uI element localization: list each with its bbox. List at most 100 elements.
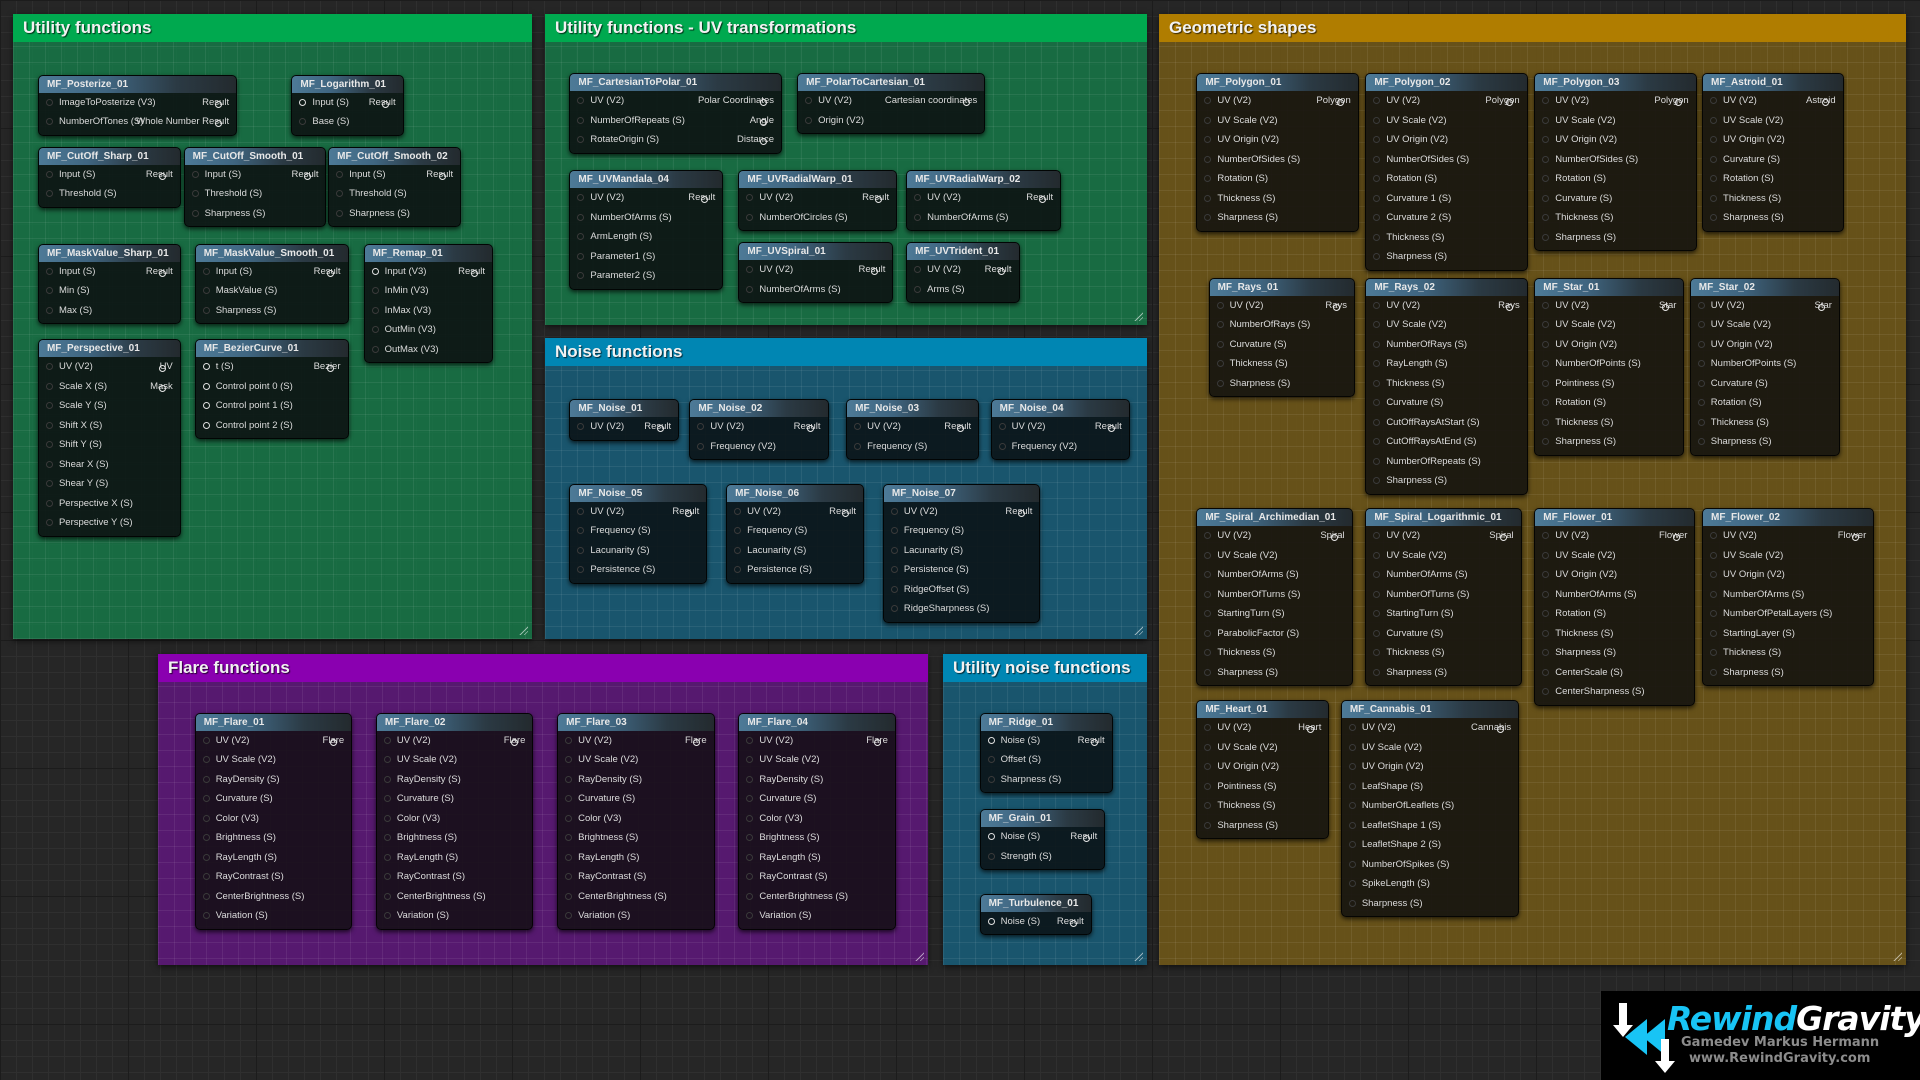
input-pin-icon[interactable] [577,136,585,144]
output-pin[interactable]: Result [1026,192,1053,204]
input-pin-icon[interactable] [577,194,585,202]
input-pin-icon[interactable] [1542,551,1550,559]
input-pin-icon[interactable] [1542,649,1550,657]
input-pin[interactable]: UV Origin (V2) [1542,134,1617,145]
input-pin-icon[interactable] [1373,379,1381,387]
output-pin-icon[interactable] [215,100,223,108]
output-pin[interactable]: Result [794,421,821,433]
input-pin-icon[interactable] [1542,688,1550,696]
node-mf-noise-04[interactable]: MF_Noise_04 UV (V2) Result Frequency (V2) [990,399,1130,461]
input-pin[interactable]: Scale Y (S) [45,400,107,411]
output-pin[interactable]: Result [862,192,889,204]
input-pin-icon[interactable] [1542,629,1550,637]
input-pin[interactable]: Frequency (V2) [697,441,776,452]
input-pin[interactable]: CenterBrightness (S) [383,891,486,902]
input-pin-icon[interactable] [1542,360,1550,368]
input-pin[interactable]: Thickness (S) [1373,647,1444,658]
output-pin[interactable]: Distance [737,134,774,146]
input-pin[interactable]: Variation (S) [202,910,268,921]
input-pin[interactable]: UV (V2) [854,421,901,432]
input-pin-icon[interactable] [987,852,995,860]
input-pin-icon[interactable] [1710,116,1718,124]
output-pin-icon[interactable] [158,384,166,392]
output-pin[interactable]: Result [146,266,173,277]
input-pin[interactable]: Color (V3) [383,813,440,824]
input-pin[interactable]: UV Scale (V2) [1373,115,1447,126]
input-pin[interactable]: LeafletShape 1 (S) [1348,820,1441,831]
node-mf-flare-03[interactable]: MF_Flare_03 UV (V2) Flare UV Scale (V2) RayD… [557,712,715,930]
input-pin[interactable]: NumberOfArms (S) [577,212,672,223]
output-pin[interactable]: Polygon [1316,95,1351,107]
input-pin-icon[interactable] [383,873,391,881]
input-pin[interactable]: NumberOfSides (S) [1542,154,1638,165]
input-pin[interactable]: Rotation (S) [1710,173,1774,184]
input-pin[interactable]: UV (V2) [1348,722,1396,733]
node-title[interactable]: MF_Noise_05 [570,484,707,502]
input-pin[interactable]: Sharpness (S) [1348,898,1423,909]
input-pin-icon[interactable] [1373,590,1381,598]
node-mf-noise-01[interactable]: MF_Noise_01 UV (V2) Result [569,399,680,441]
input-pin[interactable]: CenterSharpness (S) [1542,686,1645,697]
node-mf-cutoff-smooth-02[interactable]: MF_CutOff_Smooth_02 Input (S) Result Thresh… [328,146,462,228]
input-pin[interactable]: UV Origin (V2) [1373,134,1448,145]
input-pin[interactable]: Parameter1 (S) [577,251,655,262]
input-pin-icon[interactable] [202,873,210,881]
input-pin[interactable]: Curvature 2 (S) [1373,212,1451,223]
input-pin-icon[interactable] [1710,532,1718,540]
input-pin[interactable]: Sharpness (S) [1542,232,1616,243]
output-pin[interactable]: UV [158,361,173,373]
input-pin-icon[interactable] [1204,668,1212,676]
output-pin[interactable]: Flare [323,735,344,746]
input-pin[interactable]: CenterScale (S) [1542,667,1623,678]
node-title[interactable]: MF_Spiral_Archimedian_01 [1197,509,1352,527]
comment-title[interactable]: Noise functions [545,338,1147,366]
input-pin[interactable]: Control point 1 (S) [202,400,293,411]
input-pin-icon[interactable] [45,480,53,488]
node-mf-flare-04[interactable]: MF_Flare_04 UV (V2) Flare UV Scale (V2) RayD… [738,712,896,930]
input-pin-icon[interactable] [1373,551,1381,559]
input-pin-icon[interactable] [1373,301,1381,309]
input-pin-icon[interactable] [1697,301,1705,309]
input-pin-icon[interactable] [565,873,573,881]
input-pin[interactable]: Brightness (S) [746,832,820,843]
input-pin-icon[interactable] [1204,194,1212,202]
input-pin[interactable]: NumberOfLeaflets (S) [1348,800,1454,811]
input-pin-icon[interactable] [45,287,53,295]
input-pin-icon[interactable] [890,527,898,535]
input-pin-icon[interactable] [577,213,585,221]
output-pin-icon[interactable] [158,269,166,277]
output-pin[interactable]: Result [1078,735,1105,746]
input-pin-icon[interactable] [914,194,922,202]
input-pin-icon[interactable] [1204,532,1212,540]
input-pin[interactable]: Base (S) [299,116,349,127]
input-pin-icon[interactable] [1204,802,1212,810]
comment-title[interactable]: Flare functions [158,654,928,682]
node-mf-spiral-archimedian-01[interactable]: MF_Spiral_Archimedian_01 UV (V2) Spiral UV … [1196,508,1353,687]
input-pin[interactable]: RayLength (S) [383,852,458,863]
input-pin[interactable]: Thickness (S) [1710,647,1781,658]
input-pin-icon[interactable] [1216,379,1224,387]
input-pin[interactable]: RayDensity (S) [565,774,642,785]
input-pin[interactable]: Curvature (S) [1542,193,1612,204]
input-pin[interactable]: UV Scale (V2) [383,754,457,765]
input-pin-icon[interactable] [577,546,585,554]
input-pin-icon[interactable] [45,170,53,178]
input-pin-icon[interactable] [371,345,379,353]
input-pin[interactable]: UV (V2) [998,421,1045,432]
input-pin-icon[interactable] [45,402,53,410]
input-pin-icon[interactable] [577,116,585,124]
input-pin-icon[interactable] [1204,821,1212,829]
input-pin[interactable]: UV Origin (V2) [1710,134,1785,145]
node-mf-flare-01[interactable]: MF_Flare_01 UV (V2) Flare UV Scale (V2) RayD… [194,712,353,930]
input-pin[interactable]: NumberOfRepeats (S) [577,115,685,126]
input-pin-icon[interactable] [746,853,754,861]
node-title[interactable]: MF_Noise_01 [570,400,679,418]
input-pin-icon[interactable] [854,423,862,431]
input-pin-icon[interactable] [746,814,754,822]
node-mf-flare-02[interactable]: MF_Flare_02 UV (V2) Flare UV Scale (V2) RayD… [375,712,534,930]
input-pin[interactable]: Perspective Y (S) [45,517,133,528]
input-pin-icon[interactable] [1204,97,1212,105]
input-pin[interactable]: Rotation (S) [1373,173,1437,184]
input-pin-icon[interactable] [890,566,898,574]
input-pin-icon[interactable] [383,912,391,920]
